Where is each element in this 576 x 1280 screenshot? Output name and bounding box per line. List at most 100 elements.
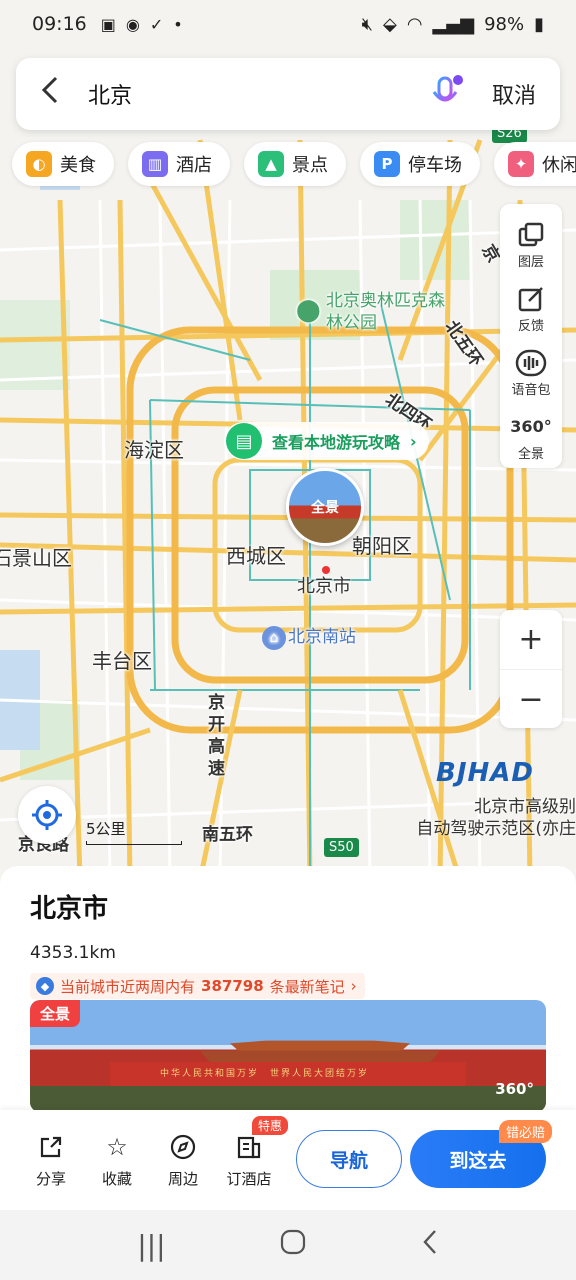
favorite-label: 收藏	[101, 1169, 132, 1188]
panorama-label: 全景	[517, 446, 544, 462]
pano-bubble-label: 全景	[311, 500, 339, 516]
navigate-button[interactable]: 导航	[296, 1130, 402, 1188]
food-icon: ◐	[26, 151, 52, 177]
image-icon: ▣	[100, 14, 116, 34]
action-bar: 分享 ☆ 收藏 周边 特惠 订酒店 导航 到这去 错必赔	[0, 1110, 576, 1210]
panorama-360-icon: 360°	[495, 1080, 534, 1098]
map-label-fengtai[interactable]: 丰台区	[92, 645, 152, 674]
zoom-controls: + −	[500, 610, 562, 728]
feedback-button[interactable]: 反馈	[515, 276, 547, 340]
edit-icon	[515, 283, 547, 315]
map-label-south-5th-ring: 南五环	[202, 825, 253, 845]
chip-parking[interactable]: P 停车场	[360, 142, 480, 186]
map-label-haidian[interactable]: 海淀区	[124, 434, 184, 463]
bjhad-logo-text: BJHAD	[436, 758, 534, 788]
chip-leisure[interactable]: ✦ 休闲	[494, 142, 576, 186]
guarantee-badge: 错必赔	[498, 1120, 552, 1143]
voice-wave-icon	[515, 347, 547, 379]
train-station-icon: ⌂	[262, 626, 286, 650]
dot-icon: •	[173, 14, 183, 34]
bjhad-caption[interactable]: 北京市高级别 自动驾驶示范区(亦庄	[390, 796, 576, 840]
book-hotel-label: 订酒店	[226, 1169, 272, 1188]
map-tools-panel: 图层 反馈 语音包 360° 全景	[500, 204, 562, 468]
place-detail-sheet[interactable]: 北京市 4353.1km ◆ 当前城市近两周内有 387798 条最新笔记 › 中华…	[0, 866, 576, 1116]
zoom-out-button[interactable]: −	[500, 669, 562, 728]
crosshair-icon	[32, 800, 62, 830]
panorama-button[interactable]: 360° 全景	[510, 404, 551, 468]
panorama-image[interactable]: 中华人民共和国万岁 世界人民大团结万岁 全景 360°	[30, 1000, 546, 1112]
mic-icon[interactable]	[426, 74, 466, 114]
chip-label: 景点	[292, 155, 328, 176]
recent-apps-icon[interactable]: |||	[137, 1229, 165, 1262]
map-label-south-station[interactable]: ⌂ 北京南站	[262, 622, 356, 650]
parking-icon: P	[374, 151, 400, 177]
scenic-icon: ▲	[258, 151, 284, 177]
system-nav-bar: |||	[0, 1210, 576, 1280]
layers-label: 图层	[517, 254, 544, 270]
map-label-chaoyang[interactable]: 朝阳区	[352, 530, 412, 559]
zoom-in-button[interactable]: +	[500, 610, 562, 669]
place-distance: 4353.1km	[30, 943, 116, 963]
map-label-beijing-city[interactable]: 北京市	[297, 572, 351, 598]
voice-pack-label: 语音包	[511, 382, 551, 398]
chip-label: 休闲	[542, 155, 576, 176]
share-icon	[36, 1132, 66, 1162]
chip-hotel[interactable]: ▥ 酒店	[128, 142, 230, 186]
panorama-bubble[interactable]: 全景	[286, 468, 364, 546]
mute-icon: 🔇︎	[361, 13, 373, 35]
chip-label: 停车场	[408, 155, 462, 176]
map-label-xicheng[interactable]: 西城区	[226, 540, 286, 569]
guide-text: 查看本地游玩攻略	[272, 433, 401, 452]
chevron-right-icon: ›	[410, 431, 417, 451]
travel-guide-banner[interactable]: ▤ 查看本地游玩攻略 ›	[224, 422, 429, 460]
bjhad-logo: BJHAD	[436, 758, 534, 788]
chip-label: 美食	[60, 155, 96, 176]
scale-label: 5公里	[86, 820, 126, 838]
search-query[interactable]: 北京	[88, 78, 426, 110]
locate-me-button[interactable]	[18, 786, 76, 844]
check-icon: ✓	[149, 14, 164, 34]
map-label-forest-park[interactable]: 北京奥林匹克森林公园	[326, 290, 446, 334]
hotel-book-icon	[234, 1132, 264, 1162]
go-here-button[interactable]: 到这去 错必赔	[410, 1120, 552, 1188]
notes-banner[interactable]: ◆ 当前城市近两周内有 387798 条最新笔记 ›	[30, 973, 365, 999]
category-chips: ◐ 美食 ▥ 酒店 ▲ 景点 P 停车场 ✦ 休闲	[12, 142, 576, 186]
compass-icon	[168, 1132, 198, 1162]
book-hotel-button[interactable]: 特惠 订酒店	[216, 1115, 289, 1189]
go-here-label: 到这去	[449, 1149, 507, 1172]
bjhad-line2: 自动驾驶示范区(亦庄	[416, 819, 576, 839]
feedback-label: 反馈	[517, 318, 544, 334]
panorama-tag: 全景	[30, 1000, 81, 1027]
map-label-shijingshan[interactable]: 石景山区	[0, 542, 72, 571]
guide-book-icon: ▤	[226, 423, 262, 459]
back-arrow-icon[interactable]	[40, 76, 80, 112]
share-label: 分享	[35, 1169, 66, 1188]
scale-bar	[86, 841, 182, 845]
signal-icon: ▂▄▆	[432, 13, 475, 35]
chip-scenic[interactable]: ▲ 景点	[244, 142, 346, 186]
nearby-button[interactable]: 周边	[150, 1132, 216, 1189]
search-bar[interactable]: 北京 取消	[16, 58, 560, 130]
status-bar: 09:16 ▣ ◉ ✓ • 🔇︎ ⬙ ◠ ▂▄▆ 98% ▮	[0, 0, 576, 48]
cancel-button[interactable]: 取消	[492, 78, 536, 110]
layers-button[interactable]: 图层	[515, 212, 547, 276]
map-scale: 5公里	[86, 818, 182, 845]
back-icon[interactable]	[421, 1228, 439, 1263]
favorite-button[interactable]: ☆ 收藏	[84, 1132, 150, 1189]
compass-icon: ◆	[36, 977, 54, 995]
star-icon: ☆	[106, 1132, 128, 1161]
chat-icon: ◉	[125, 14, 140, 34]
south-station-text: 北京南站	[288, 627, 356, 647]
nearby-label: 周边	[167, 1169, 198, 1188]
game-icon: ✦	[508, 151, 534, 177]
home-icon[interactable]	[280, 1229, 306, 1262]
park-icon: ⬤	[296, 298, 321, 323]
bjhad-line1: 北京市高级别	[474, 797, 576, 817]
chip-label: 酒店	[176, 155, 212, 176]
chip-food[interactable]: ◐ 美食	[12, 142, 114, 186]
road-badge-s50: S50	[324, 838, 359, 857]
location-icon: ⬙	[382, 13, 397, 35]
share-button[interactable]: 分享	[18, 1132, 84, 1189]
notes-suffix: 条最新笔记	[269, 977, 345, 996]
voice-pack-button[interactable]: 语音包	[511, 340, 551, 404]
